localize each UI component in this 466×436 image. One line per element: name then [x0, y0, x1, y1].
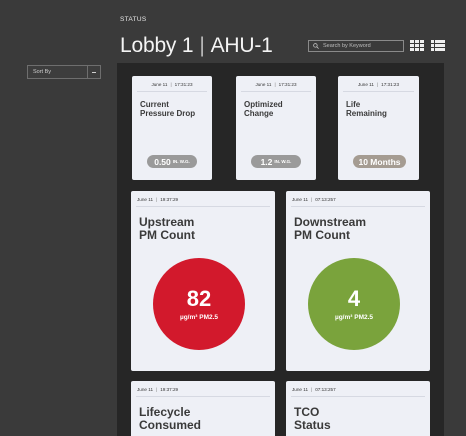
- pm-value-circle: 82 µg/m³ PM2.5: [153, 258, 245, 350]
- card-timestamp: June 11 | 17:31:23: [151, 82, 193, 87]
- card-title: Downstream PM Count: [294, 215, 367, 242]
- card-optimized-change[interactable]: June 11 | 17:31:23 Optimized Change 1.2 IN. …: [236, 76, 316, 180]
- card-timestamp: June 11 | 07:13:257: [292, 387, 336, 392]
- value-badge: 0.50 IN. W.G.: [147, 155, 197, 168]
- dashboard-page: Sort By STATUS Lobby 1 | AHU-1 Search by K…: [0, 0, 466, 436]
- card-timestamp: June 11 | 17:31:23: [357, 82, 400, 87]
- card-timestamp: June 11 | 17:31:23: [255, 82, 297, 87]
- card-lifecycle-consumed[interactable]: June 11 | 19:37:29 Lifecycle Consumed: [131, 381, 275, 436]
- card-title: Current Pressure Drop: [140, 100, 196, 118]
- card-upstream-pm-count[interactable]: June 11 | 19:37:29 Upstream PM Count 82 µg/…: [131, 191, 275, 371]
- search-input[interactable]: Search by Keyword: [308, 40, 404, 52]
- cards-container: June 11 | 17:31:23 Current Pressure Drop 0.…: [117, 63, 444, 436]
- value-badge: 1.2 IN. W.G.: [251, 155, 301, 168]
- card-timestamp: June 11 | 19:37:29: [137, 197, 179, 202]
- unit-name: AHU-1: [210, 34, 273, 57]
- value-badge: 10 Months: [353, 155, 406, 168]
- card-life-remaining[interactable]: June 11 | 17:31:23 Life Remaining 10 Months: [338, 76, 419, 180]
- card-current-pressure-drop[interactable]: June 11 | 17:31:23 Current Pressure Drop 0.…: [132, 76, 212, 180]
- pm-value-circle: 4 µg/m³ PM2.5: [308, 258, 400, 350]
- search-icon: [313, 43, 319, 49]
- card-tco-status[interactable]: June 11 | 07:13:257 TCO Status: [286, 381, 430, 436]
- sort-by-label: Sort By: [33, 69, 52, 75]
- card-title: Upstream PM Count: [139, 215, 195, 242]
- card-title: Lifecycle Consumed: [139, 405, 202, 432]
- card-timestamp: June 11 | 19:37:29: [137, 387, 179, 392]
- location-name: Lobby 1: [120, 34, 194, 57]
- card-title: Optimized Change: [244, 100, 283, 118]
- sort-by-dropdown[interactable]: Sort By: [27, 65, 101, 79]
- list-view-icon[interactable]: [431, 40, 445, 51]
- section-label: STATUS: [120, 16, 147, 23]
- search-placeholder: Search by Keyword: [323, 43, 371, 49]
- card-title: TCO Status: [294, 405, 331, 432]
- card-downstream-pm-count[interactable]: June 11 | 07:13:257 Downstream PM Count 4 µ…: [286, 191, 430, 371]
- dropdown-toggle-icon[interactable]: [87, 66, 100, 78]
- card-title: Life Remaining: [346, 100, 387, 118]
- grid-view-icon[interactable]: [410, 40, 424, 51]
- page-title: Lobby 1 | AHU-1: [120, 34, 273, 57]
- card-timestamp: June 11 | 07:13:257: [292, 197, 336, 202]
